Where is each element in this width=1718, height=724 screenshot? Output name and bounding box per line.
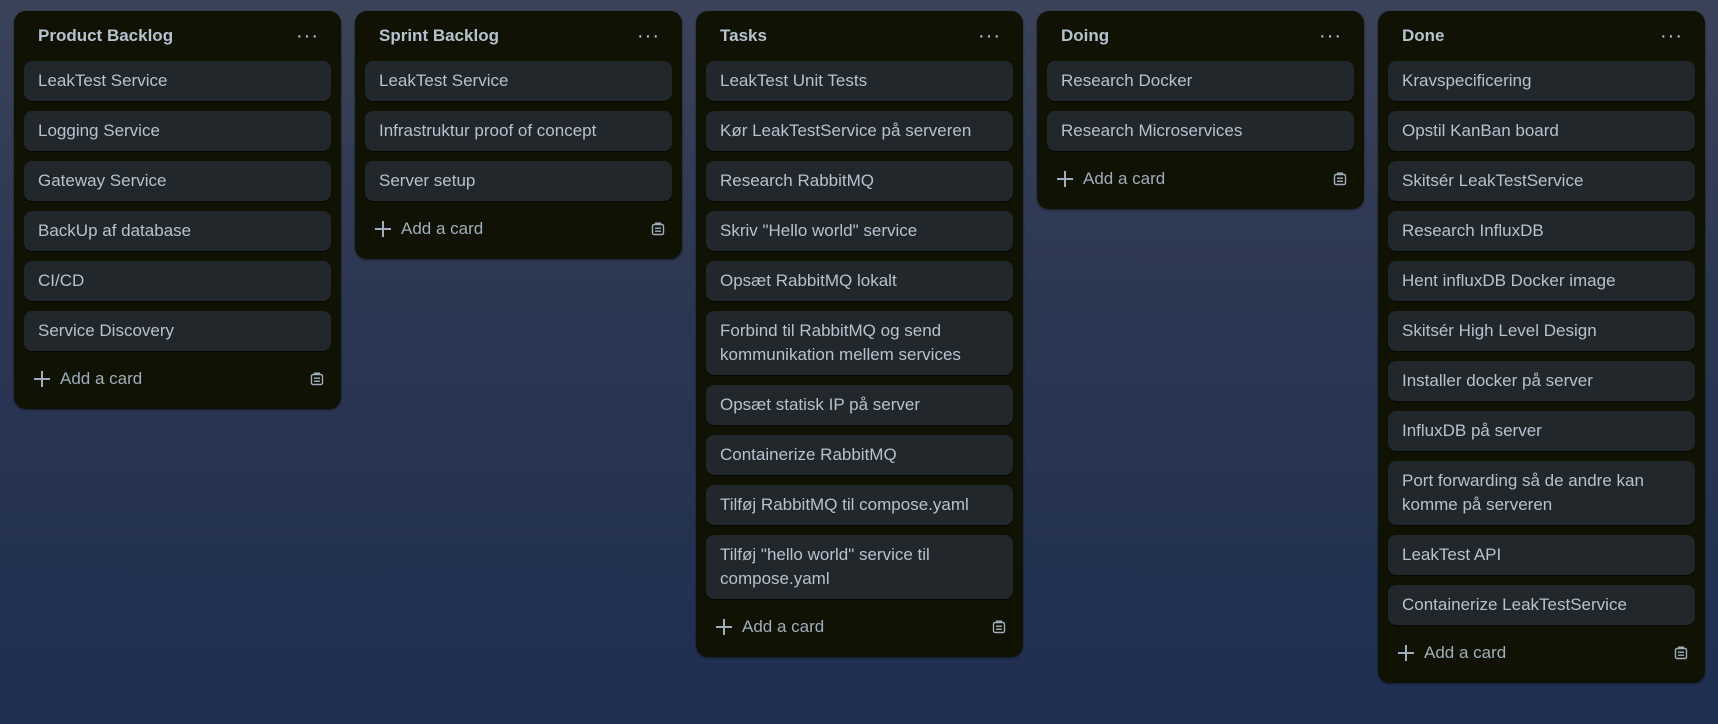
card-template-icon[interactable] [646, 217, 670, 241]
list-title[interactable]: Doing [1061, 26, 1109, 46]
plus-icon [34, 371, 50, 387]
list-product-backlog: Product Backlog ··· LeakTest Service Log… [14, 11, 341, 409]
list-doing: Doing ··· Research Docker Research Micro… [1037, 11, 1364, 209]
card[interactable]: LeakTest Service [24, 61, 331, 101]
list-footer: Add a card [706, 607, 1013, 647]
plus-icon [1398, 645, 1414, 661]
card[interactable]: Server setup [365, 161, 672, 201]
card-template-icon[interactable] [987, 615, 1011, 639]
card-list: LeakTest Service Infrastruktur proof of … [365, 61, 672, 201]
list-title[interactable]: Done [1402, 26, 1445, 46]
card[interactable]: Gateway Service [24, 161, 331, 201]
card[interactable]: Opsæt statisk IP på server [706, 385, 1013, 425]
card[interactable]: Research Microservices [1047, 111, 1354, 151]
add-card-button[interactable]: Add a card [1398, 643, 1506, 663]
card-template-icon[interactable] [1328, 167, 1352, 191]
add-card-label: Add a card [401, 219, 484, 238]
card-list: Kravspecificering Opstil KanBan board Sk… [1388, 61, 1695, 625]
list-tasks: Tasks ··· LeakTest Unit Tests Kør LeakTe… [696, 11, 1023, 657]
list-footer: Add a card [365, 209, 672, 249]
list-header: Sprint Backlog ··· [365, 11, 672, 61]
card-list: Research Docker Research Microservices [1047, 61, 1354, 151]
list-title[interactable]: Product Backlog [38, 26, 173, 46]
card[interactable]: Kør LeakTestService på serveren [706, 111, 1013, 151]
card[interactable]: Skitsér High Level Design [1388, 311, 1695, 351]
card-list: LeakTest Service Logging Service Gateway… [24, 61, 331, 351]
card[interactable]: Research InfluxDB [1388, 211, 1695, 251]
card[interactable]: Service Discovery [24, 311, 331, 351]
card[interactable]: Containerize LeakTestService [1388, 585, 1695, 625]
list-menu-button[interactable]: ··· [1654, 22, 1689, 50]
add-card-button[interactable]: Add a card [716, 617, 824, 637]
card[interactable]: Logging Service [24, 111, 331, 151]
plus-icon [375, 221, 391, 237]
list-title[interactable]: Sprint Backlog [379, 26, 499, 46]
list-menu-button[interactable]: ··· [290, 22, 325, 50]
card[interactable]: Skriv "Hello world" service [706, 211, 1013, 251]
card[interactable]: Hent influxDB Docker image [1388, 261, 1695, 301]
add-card-button[interactable]: Add a card [375, 219, 483, 239]
list-menu-button[interactable]: ··· [631, 22, 666, 50]
list-header: Tasks ··· [706, 11, 1013, 61]
list-footer: Add a card [1388, 633, 1695, 673]
add-card-label: Add a card [60, 369, 143, 388]
add-card-button[interactable]: Add a card [1057, 169, 1165, 189]
list-header: Doing ··· [1047, 11, 1354, 61]
card[interactable]: InfluxDB på server [1388, 411, 1695, 451]
list-menu-button[interactable]: ··· [972, 22, 1007, 50]
card[interactable]: Research Docker [1047, 61, 1354, 101]
card[interactable]: Research RabbitMQ [706, 161, 1013, 201]
list-header: Product Backlog ··· [24, 11, 331, 61]
add-card-label: Add a card [1424, 643, 1507, 662]
card[interactable]: Port forwarding så de andre kan komme på… [1388, 461, 1695, 525]
card[interactable]: Tilføj RabbitMQ til compose.yaml [706, 485, 1013, 525]
card[interactable]: BackUp af database [24, 211, 331, 251]
plus-icon [716, 619, 732, 635]
add-card-label: Add a card [742, 617, 825, 636]
plus-icon [1057, 171, 1073, 187]
card-list: LeakTest Unit Tests Kør LeakTestService … [706, 61, 1013, 599]
list-menu-button[interactable]: ··· [1313, 22, 1348, 50]
board: Product Backlog ··· LeakTest Service Log… [0, 0, 1718, 724]
list-done: Done ··· Kravspecificering Opstil KanBan… [1378, 11, 1705, 683]
card[interactable]: LeakTest Service [365, 61, 672, 101]
card[interactable]: LeakTest API [1388, 535, 1695, 575]
card[interactable]: Skitsér LeakTestService [1388, 161, 1695, 201]
card[interactable]: Kravspecificering [1388, 61, 1695, 101]
card[interactable]: Infrastruktur proof of concept [365, 111, 672, 151]
list-footer: Add a card [1047, 159, 1354, 199]
list-sprint-backlog: Sprint Backlog ··· LeakTest Service Infr… [355, 11, 682, 259]
card[interactable]: CI/CD [24, 261, 331, 301]
card[interactable]: Forbind til RabbitMQ og send kommunikati… [706, 311, 1013, 375]
card[interactable]: Installer docker på server [1388, 361, 1695, 401]
card-template-icon[interactable] [1669, 641, 1693, 665]
card[interactable]: Tilføj "hello world" service til compose… [706, 535, 1013, 599]
card[interactable]: LeakTest Unit Tests [706, 61, 1013, 101]
add-card-label: Add a card [1083, 169, 1166, 188]
card[interactable]: Opsæt RabbitMQ lokalt [706, 261, 1013, 301]
card[interactable]: Containerize RabbitMQ [706, 435, 1013, 475]
list-title[interactable]: Tasks [720, 26, 767, 46]
card-template-icon[interactable] [305, 367, 329, 391]
add-card-button[interactable]: Add a card [34, 369, 142, 389]
card[interactable]: Opstil KanBan board [1388, 111, 1695, 151]
list-header: Done ··· [1388, 11, 1695, 61]
list-footer: Add a card [24, 359, 331, 399]
